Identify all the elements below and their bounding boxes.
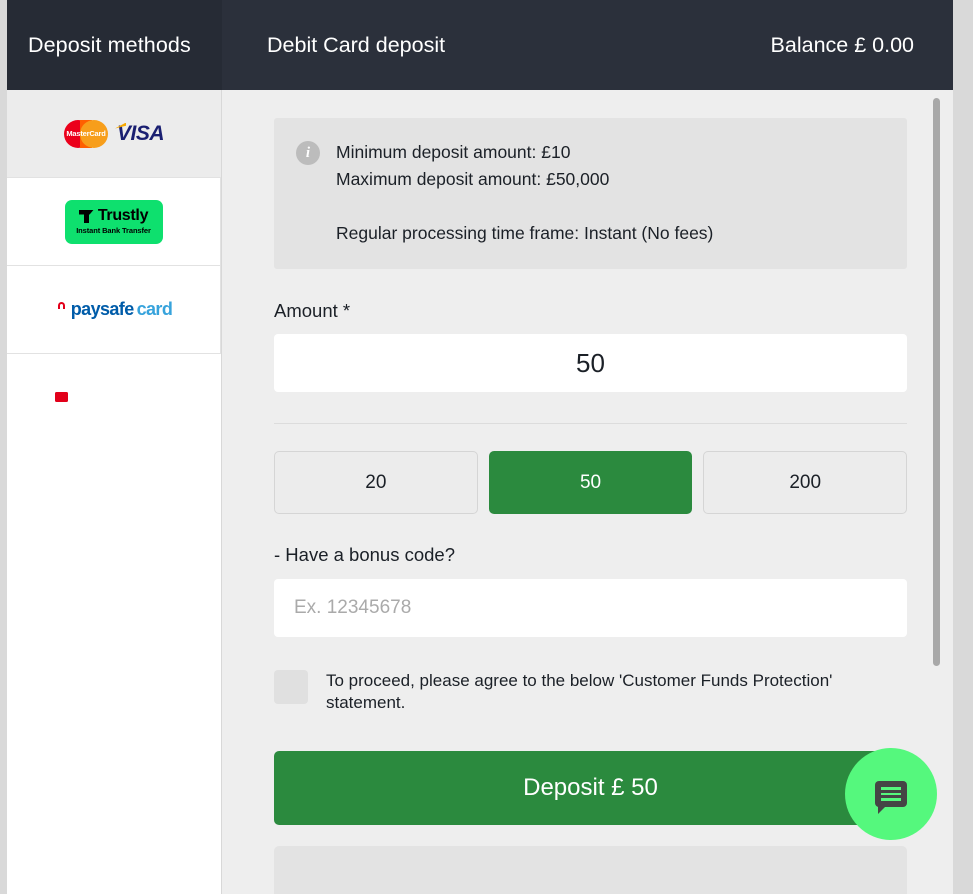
info-icon: i — [296, 141, 320, 165]
quick-amount-200[interactable]: 200 — [703, 451, 908, 514]
scrollbar-thumb[interactable] — [933, 98, 940, 666]
deposit-submit-button[interactable]: Deposit £ 50 — [274, 751, 907, 825]
max-deposit-line: Maximum deposit amount: £50,000 — [336, 169, 610, 189]
visa-icon: VISA — [116, 121, 165, 145]
header-main: Debit Card deposit Balance £ 0.00 — [222, 0, 953, 90]
amount-label: Amount * — [274, 300, 351, 321]
form-divider — [274, 423, 907, 424]
body-area: MasterCard VISA Trustly Instant Bank Tra… — [7, 90, 953, 894]
payment-methods-sidebar: MasterCard VISA Trustly Instant Bank Tra… — [7, 90, 222, 894]
header-bar: Deposit methods Debit Card deposit Balan… — [7, 0, 953, 90]
trustly-tagline: Instant Bank Transfer — [76, 226, 151, 235]
deposit-form-panel: i Minimum deposit amount: £10 Maximum de… — [222, 90, 953, 894]
cards-logo-group: MasterCard VISA — [63, 119, 165, 148]
funds-protection-agreement: To proceed, please agree to the below 'C… — [274, 668, 907, 714]
trustly-mark-icon — [79, 210, 94, 223]
mastercard-icon: MasterCard — [63, 119, 108, 148]
bonus-code-toggle[interactable]: - Have a bonus code? — [274, 544, 907, 566]
processing-time-line: Regular processing time frame: Instant (… — [336, 223, 714, 243]
trustly-brand-label: Trustly — [97, 207, 149, 224]
info-text-block: Minimum deposit amount: £10 Maximum depo… — [336, 139, 713, 247]
funds-protection-statement-panel — [274, 846, 907, 894]
quick-amount-20[interactable]: 20 — [274, 451, 478, 514]
deposit-methods-title: Deposit methods — [28, 32, 191, 57]
trustly-icon: Trustly Instant Bank Transfer — [64, 199, 163, 244]
quick-amount-group: 20 50 200 — [274, 451, 908, 514]
header-deposit-methods: Deposit methods — [7, 0, 222, 90]
deposit-form: i Minimum deposit amount: £10 Maximum de… — [222, 90, 953, 894]
agreement-checkbox[interactable] — [274, 670, 308, 704]
bonus-code-input[interactable] — [274, 579, 907, 637]
page-root: Deposit methods Debit Card deposit Balan… — [0, 0, 973, 894]
deposit-limits-info: i Minimum deposit amount: £10 Maximum de… — [274, 118, 907, 269]
agreement-text: To proceed, please agree to the below 'C… — [326, 671, 833, 712]
live-chat-button[interactable] — [845, 748, 937, 840]
lock-icon — [54, 301, 68, 402]
paysafecard-icon: paysafe card — [54, 299, 173, 402]
current-method-title: Debit Card deposit — [267, 32, 446, 57]
paysafe-label: paysafe — [70, 299, 134, 319]
quick-amount-50[interactable]: 50 — [488, 451, 693, 514]
sidebar-item-cards[interactable]: MasterCard VISA — [7, 90, 221, 178]
deposit-card: Deposit methods Debit Card deposit Balan… — [7, 0, 953, 894]
amount-input[interactable] — [274, 334, 907, 392]
sidebar-item-trustly[interactable]: Trustly Instant Bank Transfer — [7, 178, 221, 266]
min-deposit-line: Minimum deposit amount: £10 — [336, 142, 571, 162]
mastercard-label: MasterCard — [66, 128, 106, 138]
balance-label: Balance £ 0.00 — [770, 32, 914, 57]
sidebar-item-paysafecard[interactable]: paysafe card — [7, 266, 221, 402]
card-label: card — [136, 299, 173, 319]
chat-bubble-icon — [875, 781, 907, 814]
